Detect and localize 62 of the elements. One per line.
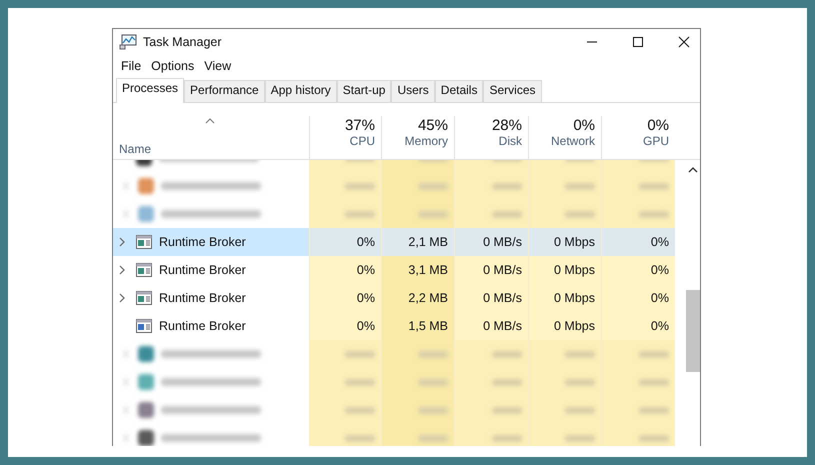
scroll-thumb[interactable]: [686, 290, 700, 372]
app-window-icon: [136, 291, 152, 305]
usage-percent: 28%: [492, 117, 522, 134]
tab[interactable]: App history: [264, 80, 337, 102]
table-cell: 0 Mbps: [528, 256, 601, 284]
process-name-cell[interactable]: Runtime Broker: [113, 256, 309, 284]
menu-item[interactable]: Options: [147, 59, 198, 75]
table-cell: 1,5 MB: [381, 312, 454, 340]
close-icon[interactable]: [678, 36, 690, 48]
chevron-icon[interactable]: [119, 265, 125, 275]
column-header[interactable]: Network: [550, 134, 595, 148]
table-cell: 0%: [601, 284, 675, 312]
table-cell: 0 MB/s: [454, 256, 528, 284]
usage-percent: 0%: [647, 117, 669, 134]
table-cell: 0 Mbps: [528, 284, 601, 312]
table-cell: 0%: [309, 284, 381, 312]
table-cell: 0%: [309, 312, 381, 340]
table-cell: 0%: [601, 228, 675, 256]
table-cell: 0%: [309, 256, 381, 284]
chevron-icon[interactable]: [119, 237, 125, 247]
column-header[interactable]: Memory: [404, 134, 448, 148]
column-header[interactable]: GPU: [642, 134, 669, 148]
column-header[interactable]: CPU: [350, 134, 375, 148]
table-cell: 0 MB/s: [454, 228, 528, 256]
table-cell: 0%: [601, 256, 675, 284]
column-header[interactable]: Disk: [498, 134, 522, 148]
sort-caret-icon[interactable]: [205, 118, 215, 124]
chevron-icon[interactable]: [119, 293, 125, 303]
table-cell: 3,1 MB: [381, 256, 454, 284]
window-title: Task Manager: [143, 35, 222, 49]
tab[interactable]: Processes: [116, 78, 184, 103]
blurred-cell: [309, 200, 381, 228]
table-cell: 0%: [309, 228, 381, 256]
process-name-cell[interactable]: Runtime Broker: [113, 284, 309, 312]
blurred-cell: [309, 424, 381, 446]
maximize-icon[interactable]: [632, 36, 644, 48]
tab[interactable]: Users: [391, 80, 435, 102]
table-cell: 2,1 MB: [381, 228, 454, 256]
table-cell: 0 Mbps: [528, 312, 601, 340]
tab[interactable]: Start-up: [336, 80, 392, 102]
table-cell: 2,2 MB: [381, 284, 454, 312]
table-cell: 0 MB/s: [454, 312, 528, 340]
menu-item[interactable]: View: [200, 59, 236, 75]
usage-percent: 37%: [344, 117, 375, 134]
app-window-icon: [136, 235, 152, 249]
table-cell: 0 MB/s: [454, 284, 528, 312]
app-window-icon: [136, 263, 152, 277]
process-name-cell[interactable]: Runtime Broker: [113, 312, 309, 340]
blurred-cell: [309, 340, 381, 368]
scroll-up-icon[interactable]: [688, 167, 698, 173]
usage-percent: 0%: [573, 117, 595, 134]
menu-item[interactable]: File: [117, 59, 146, 75]
table-cell: 0 Mbps: [528, 228, 601, 256]
column-header[interactable]: Name: [119, 142, 309, 156]
process-name-cell[interactable]: Runtime Broker: [113, 228, 309, 256]
usage-percent: 45%: [418, 117, 448, 134]
tab[interactable]: Services: [483, 80, 542, 102]
tab[interactable]: Performance: [184, 80, 265, 102]
monitor-chart-icon: [119, 34, 137, 50]
table-cell: 0%: [601, 312, 675, 340]
tab[interactable]: Details: [434, 80, 484, 102]
app-window-icon: [136, 319, 152, 333]
